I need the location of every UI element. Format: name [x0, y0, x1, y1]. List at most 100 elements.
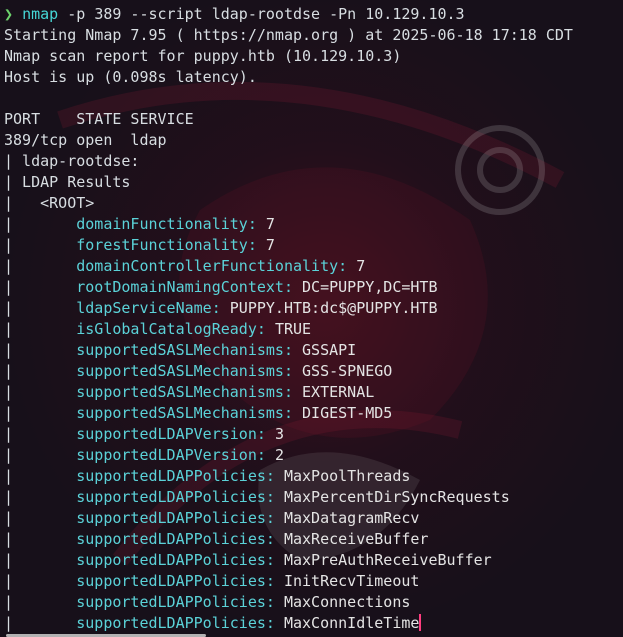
command-arg: -Pn — [320, 5, 366, 23]
entry-key: isGlobalCatalogReady — [76, 320, 257, 338]
entry-separator: : — [265, 530, 284, 548]
rootdse-entry-line: | isGlobalCatalogReady: TRUE — [4, 319, 623, 340]
rootdse-entry-line: | supportedLDAPVersion: 2 — [4, 445, 623, 466]
entry-separator: : — [283, 278, 303, 296]
entry-value: MaxConnIdleTime — [283, 614, 420, 632]
entry-value: InitRecvTimeout — [283, 572, 420, 590]
rootdse-entry-line: | supportedSASLMechanisms: GSS-SPNEGO — [4, 361, 623, 382]
entry-separator: : — [265, 467, 284, 485]
entry-key: forestFunctionality — [76, 236, 248, 254]
entry-prefix: | — [4, 257, 77, 275]
command-name: nmap — [22, 5, 59, 23]
rootdse-entry-line: | supportedLDAPPolicies: MaxDatagramRecv — [4, 508, 623, 529]
entry-prefix: | — [4, 467, 77, 485]
entry-prefix: | — [4, 341, 77, 359]
rootdse-entries: | domainFunctionality: 7 | forestFunction… — [4, 214, 623, 634]
command-arg: ldap-rootdse — [211, 5, 321, 23]
output-line: | LDAP Results — [4, 173, 131, 191]
entry-prefix: | — [4, 320, 77, 338]
entry-value: MaxConnections — [283, 593, 411, 611]
entry-prefix: | — [4, 278, 77, 296]
entry-separator: : — [265, 488, 284, 506]
entry-value: 3 — [274, 425, 284, 443]
entry-prefix: | — [4, 446, 77, 464]
entry-separator: : — [211, 299, 230, 317]
command-arg: 10.129.10.3 — [365, 5, 465, 23]
output-line: Nmap scan report for puppy.htb (10.129.1… — [4, 47, 402, 65]
output-line: Starting Nmap 7.95 ( https://nmap.org ) … — [4, 26, 573, 44]
rootdse-entry-line: | supportedLDAPPolicies: InitRecvTimeout — [4, 571, 623, 592]
rootdse-entry-line: | supportedLDAPPolicies: MaxConnIdleTime — [4, 613, 623, 634]
entry-value: MaxPreAuthReceiveBuffer — [283, 551, 492, 569]
entry-key: supportedLDAPPolicies — [76, 551, 266, 569]
entry-prefix: | — [4, 299, 77, 317]
output-line: | <ROOT> — [4, 194, 95, 212]
entry-key: supportedLDAPPolicies — [76, 509, 266, 527]
entry-value: TRUE — [274, 320, 312, 338]
entry-separator: : — [265, 593, 284, 611]
entry-key: supportedLDAPPolicies — [76, 530, 266, 548]
rootdse-entry-line: | forestFunctionality: 7 — [4, 235, 623, 256]
entry-separator: : — [247, 236, 266, 254]
entry-separator: : — [338, 257, 357, 275]
rootdse-entry-line: | supportedLDAPPolicies: MaxPreAuthRecei… — [4, 550, 623, 571]
entry-value: DIGEST-MD5 — [302, 404, 393, 422]
output-line: Host is up (0.098s latency). — [4, 68, 257, 86]
entry-value: 7 — [265, 236, 275, 254]
entry-separator: : — [247, 215, 266, 233]
text-cursor — [419, 614, 422, 631]
entry-prefix: | — [4, 362, 77, 380]
entry-separator: : — [283, 362, 303, 380]
entry-separator: : — [265, 572, 284, 590]
entry-prefix: | — [4, 551, 77, 569]
entry-key: supportedLDAPPolicies — [76, 593, 266, 611]
rootdse-entry-line: | supportedLDAPPolicies: MaxPoolThreads — [4, 466, 623, 487]
entry-prefix: | — [4, 236, 77, 254]
entry-key: supportedLDAPPolicies — [76, 614, 266, 632]
entry-key: ldapServiceName — [76, 299, 212, 317]
entry-prefix: | — [4, 509, 77, 527]
entry-value: MaxPercentDirSyncRequests — [283, 488, 510, 506]
entry-value: MaxPoolThreads — [283, 467, 411, 485]
entry-separator: : — [283, 383, 303, 401]
command-arg: -p — [58, 5, 95, 23]
entry-key: supportedLDAPPolicies — [76, 488, 266, 506]
rootdse-entry-line: | supportedLDAPVersion: 3 — [4, 424, 623, 445]
entry-separator: : — [265, 551, 284, 569]
output-line: | ldap-rootdse: — [4, 152, 140, 170]
entry-prefix: | — [4, 425, 77, 443]
rootdse-entry-line: | ldapServiceName: PUPPY.HTB:dc$@PUPPY.H… — [4, 298, 623, 319]
prompt-symbol: ❯ — [4, 5, 14, 23]
entry-key: supportedSASLMechanisms — [76, 383, 284, 401]
rootdse-entry-line: | rootDomainNamingContext: DC=PUPPY,DC=H… — [4, 277, 623, 298]
entry-key: supportedLDAPVersion — [76, 425, 257, 443]
entry-key: supportedSASLMechanisms — [76, 341, 284, 359]
rootdse-entry-line: | supportedLDAPPolicies: MaxConnections — [4, 592, 623, 613]
entry-separator: : — [283, 341, 303, 359]
entry-value: EXTERNAL — [302, 383, 375, 401]
output-line: PORT STATE SERVICE — [4, 110, 194, 128]
terminal-window[interactable]: ❯ nmap -p 389 --script ldap-rootdse -Pn … — [0, 0, 623, 637]
entry-prefix: | — [4, 404, 77, 422]
entry-value: MaxDatagramRecv — [283, 509, 420, 527]
entry-key: rootDomainNamingContext — [76, 278, 284, 296]
entry-prefix: | — [4, 614, 77, 632]
entry-prefix: | — [4, 572, 77, 590]
entry-prefix: | — [4, 488, 77, 506]
entry-key: domainControllerFunctionality — [76, 257, 339, 275]
entry-separator: : — [265, 614, 284, 632]
entry-value: GSSAPI — [302, 341, 357, 359]
rootdse-entry-line: | supportedSASLMechanisms: EXTERNAL — [4, 382, 623, 403]
rootdse-entry-line: | supportedLDAPPolicies: MaxPercentDirSy… — [4, 487, 623, 508]
entry-separator: : — [256, 320, 275, 338]
output-line: 389/tcp open ldap — [4, 131, 167, 149]
entry-key: supportedLDAPPolicies — [76, 572, 266, 590]
entry-value: DC=PUPPY,DC=HTB — [302, 278, 438, 296]
entry-prefix: | — [4, 383, 77, 401]
rootdse-entry-line: | domainControllerFunctionality: 7 — [4, 256, 623, 277]
entry-key: supportedSASLMechanisms — [76, 362, 284, 380]
entry-key: supportedSASLMechanisms — [76, 404, 284, 422]
terminal-output: ❯ nmap -p 389 --script ldap-rootdse -Pn … — [4, 4, 623, 634]
entry-key: supportedLDAPVersion — [76, 446, 257, 464]
